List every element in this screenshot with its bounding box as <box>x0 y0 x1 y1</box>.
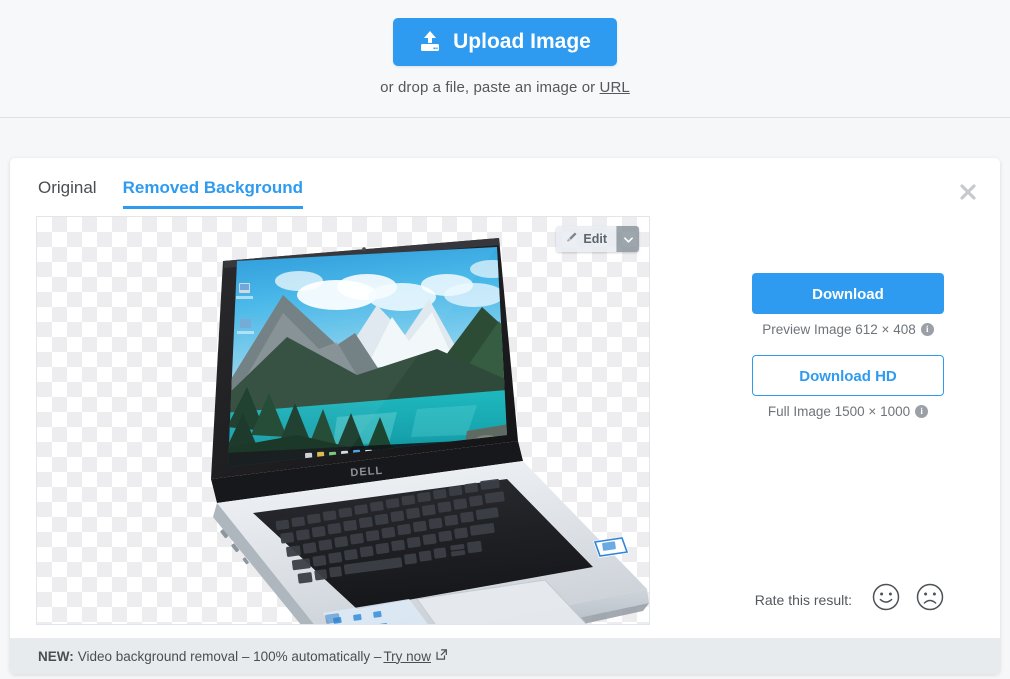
drop-hint: or drop a file, paste an image or URL <box>0 79 1010 96</box>
upload-header: Upload Image or drop a file, paste an im… <box>0 0 1010 118</box>
promo-badge: NEW: <box>38 648 74 664</box>
try-now-link[interactable]: Try now <box>383 649 431 664</box>
upload-image-button[interactable]: Upload Image <box>393 18 617 66</box>
edit-button[interactable]: Edit <box>556 226 616 252</box>
download-actions: Download Preview Image 612 × 408 i Downl… <box>752 216 944 419</box>
download-button[interactable]: Download <box>752 273 944 314</box>
info-icon-full[interactable]: i <box>915 405 929 418</box>
upload-tray-icon <box>419 30 441 54</box>
promo-banner: NEW: Video background removal – 100% aut… <box>10 638 1000 674</box>
edit-dropdown-toggle[interactable] <box>616 226 639 252</box>
download-hd-caption: Full Image 1500 × 1000 i <box>752 404 944 419</box>
promo-text: Video background removal – 100% automati… <box>77 648 382 664</box>
result-card: Original Removed Background DELL Edit Do… <box>10 158 1000 674</box>
drop-hint-text: or drop a file, paste an image or <box>380 79 600 96</box>
tab-removed-background[interactable]: Removed Background <box>122 178 304 209</box>
close-icon <box>958 182 978 202</box>
download-hd-caption-text: Full Image 1500 × 1000 <box>767 404 911 419</box>
svg-text:DELL: DELL <box>350 465 384 479</box>
rating-row: Rate this result: <box>755 583 944 616</box>
external-link-icon[interactable] <box>435 648 448 664</box>
image-preview[interactable]: DELL Edit <box>36 216 650 625</box>
tab-original[interactable]: Original <box>38 178 97 209</box>
result-tabs: Original Removed Background <box>38 178 304 209</box>
download-hd-button[interactable]: Download HD <box>752 355 944 396</box>
smiley-happy-icon[interactable] <box>872 583 900 616</box>
chevron-down-icon <box>623 230 633 248</box>
rating-label: Rate this result: <box>754 591 852 608</box>
edit-button-group[interactable]: Edit <box>556 226 639 252</box>
edit-button-label: Edit <box>583 232 607 246</box>
brush-icon <box>565 231 578 247</box>
removed-background-image: DELL <box>37 217 649 624</box>
smiley-sad-icon[interactable] <box>916 583 944 616</box>
download-caption: Preview Image 612 × 408 i <box>752 322 944 337</box>
url-link[interactable]: URL <box>600 79 630 96</box>
close-button[interactable] <box>954 178 982 206</box>
upload-image-button-label: Upload Image <box>453 30 591 53</box>
download-caption-text: Preview Image 612 × 408 <box>762 322 916 337</box>
info-icon-preview[interactable]: i <box>920 323 934 336</box>
